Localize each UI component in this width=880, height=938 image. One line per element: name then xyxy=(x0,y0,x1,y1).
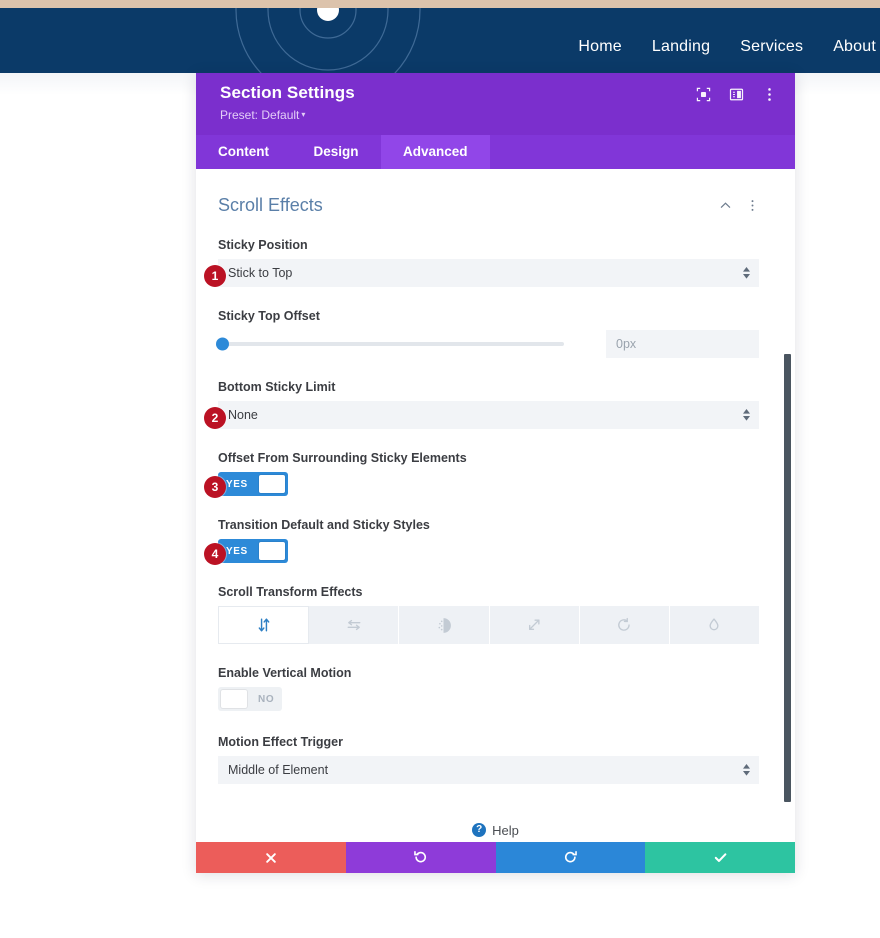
sticky-position-label: Sticky Position xyxy=(218,238,308,252)
field-bottom-sticky-limit: Bottom Sticky Limit 2 None xyxy=(204,380,759,429)
fade-icon xyxy=(438,617,452,633)
slider-handle[interactable] xyxy=(216,337,229,351)
rotate-icon xyxy=(618,617,630,631)
scrollbar-thumb[interactable] xyxy=(784,354,791,802)
toggle-knob xyxy=(258,475,285,493)
check-icon xyxy=(714,853,727,862)
help-icon: ? xyxy=(472,823,487,837)
section-settings-modal: Section Settings Preset: Default ▾ Conte… xyxy=(196,73,795,873)
stepper-arrows-icon xyxy=(743,267,750,279)
step-badge-2: 2 xyxy=(204,407,226,429)
enable-vertical-motion-toggle[interactable]: NO xyxy=(218,687,283,711)
horizontal-motion-icon xyxy=(347,619,361,631)
field-scroll-transform-effects: Scroll Transform Effects xyxy=(218,585,760,644)
nav-link-landing[interactable]: Landing xyxy=(652,38,710,56)
step-badge-1: 1 xyxy=(204,265,226,287)
section-title: Scroll Effects xyxy=(218,195,323,215)
tab-design[interactable]: Design xyxy=(291,135,381,169)
tab-content[interactable]: Content xyxy=(196,135,291,169)
offset-surrounding-toggle[interactable]: YES xyxy=(218,472,288,496)
save-button[interactable] xyxy=(645,842,795,873)
sticky-top-offset-input[interactable] xyxy=(606,330,759,358)
undo-button[interactable] xyxy=(345,842,496,873)
motion-effect-trigger-select[interactable]: Middle of Element xyxy=(218,756,759,784)
focus-target-icon[interactable] xyxy=(696,87,711,102)
sticky-position-value: Stick to Top xyxy=(228,266,293,280)
preset-selector[interactable]: Preset: Default ▾ xyxy=(220,108,773,122)
sticky-top-offset-slider[interactable] xyxy=(216,337,564,351)
blur-option[interactable] xyxy=(669,606,760,644)
tab-advanced[interactable]: Advanced xyxy=(381,135,490,169)
chevron-down-icon: ▾ xyxy=(301,110,306,119)
cancel-button[interactable] xyxy=(196,842,346,873)
more-vertical-icon[interactable] xyxy=(762,87,777,102)
sticky-position-select[interactable]: Stick to Top xyxy=(218,259,759,287)
undo-icon xyxy=(414,850,427,863)
toggle-knob xyxy=(258,542,285,560)
nav-link-home[interactable]: Home xyxy=(578,38,621,56)
site-navigation-bar: Home Landing Services About xyxy=(0,8,880,73)
scroll-transform-effects-label: Scroll Transform Effects xyxy=(218,585,363,599)
rotate-option[interactable] xyxy=(579,606,670,644)
modal-tabs: Content Design Advanced xyxy=(196,135,795,169)
modal-header-icons xyxy=(696,87,777,102)
nav-link-about[interactable]: About xyxy=(833,38,876,56)
modal-header: Section Settings Preset: Default ▾ xyxy=(196,73,795,135)
stepper-arrows-icon xyxy=(743,764,750,776)
sticky-top-offset-label: Sticky Top Offset xyxy=(218,309,320,323)
field-transition-styles: Transition Default and Sticky Styles 4 Y… xyxy=(204,518,759,565)
transition-styles-label: Transition Default and Sticky Styles xyxy=(218,518,430,532)
motion-effect-trigger-label: Motion Effect Trigger xyxy=(218,735,343,749)
fade-option[interactable] xyxy=(399,606,490,644)
page-title: Section Settings xyxy=(220,83,355,102)
nav-links: Home Landing Services About xyxy=(578,38,880,56)
scroll-transform-effects-options xyxy=(218,606,760,644)
stepper-arrows-icon xyxy=(743,409,750,421)
offset-surrounding-label: Offset From Surrounding Sticky Elements xyxy=(218,451,467,465)
field-sticky-position: Sticky Position 1 Stick to Top xyxy=(204,238,759,287)
nav-link-services[interactable]: Services xyxy=(740,38,803,56)
modal-footer xyxy=(196,842,795,873)
vertical-motion-icon xyxy=(258,618,269,632)
bottom-sticky-limit-value: None xyxy=(228,408,258,422)
field-motion-effect-trigger: Motion Effect Trigger Middle of Element xyxy=(218,735,759,784)
bottom-sticky-limit-select[interactable]: None xyxy=(218,401,759,429)
field-offset-surrounding: Offset From Surrounding Sticky Elements … xyxy=(204,451,759,498)
page-top-strip xyxy=(0,0,880,8)
step-badge-3: 3 xyxy=(204,476,226,498)
redo-button[interactable] xyxy=(495,842,646,873)
blur-icon xyxy=(709,618,719,631)
more-vertical-icon[interactable] xyxy=(746,199,759,212)
enable-vertical-motion-label: Enable Vertical Motion xyxy=(218,666,352,680)
horizontal-motion-option[interactable] xyxy=(309,606,400,644)
help-row: ? Help xyxy=(196,818,795,842)
vertical-motion-option[interactable] xyxy=(218,606,310,644)
close-icon xyxy=(266,852,276,863)
redo-icon xyxy=(564,850,577,863)
section-header-controls xyxy=(719,199,759,212)
field-enable-vertical-motion: Enable Vertical Motion NO xyxy=(218,666,759,713)
motion-effect-trigger-value: Middle of Element xyxy=(228,763,329,777)
transition-styles-toggle[interactable]: YES xyxy=(218,539,288,563)
scale-option[interactable] xyxy=(489,606,580,644)
preset-label: Preset: Default xyxy=(220,108,300,122)
toggle-knob xyxy=(221,690,247,708)
help-link[interactable]: Help xyxy=(492,823,519,838)
sticky-top-offset-row xyxy=(216,330,759,358)
step-badge-4: 4 xyxy=(204,543,226,565)
scale-icon xyxy=(529,619,540,630)
panel-layout-icon[interactable] xyxy=(729,87,744,102)
bottom-sticky-limit-label: Bottom Sticky Limit xyxy=(218,380,336,394)
scroll-effects-section-header: Scroll Effects xyxy=(218,195,759,216)
modal-scrollbar[interactable] xyxy=(783,169,793,818)
toggle-label: NO xyxy=(258,693,275,705)
screen: Home Landing Services About Section Sett… xyxy=(0,0,880,938)
modal-scroll-area: Scroll Effects Sticky Position 1 Stick t… xyxy=(196,169,795,818)
settings-list: Scroll Effects Sticky Position 1 Stick t… xyxy=(196,169,795,818)
field-sticky-top-offset: Sticky Top Offset xyxy=(216,309,759,358)
chevron-up-icon[interactable] xyxy=(719,199,732,212)
